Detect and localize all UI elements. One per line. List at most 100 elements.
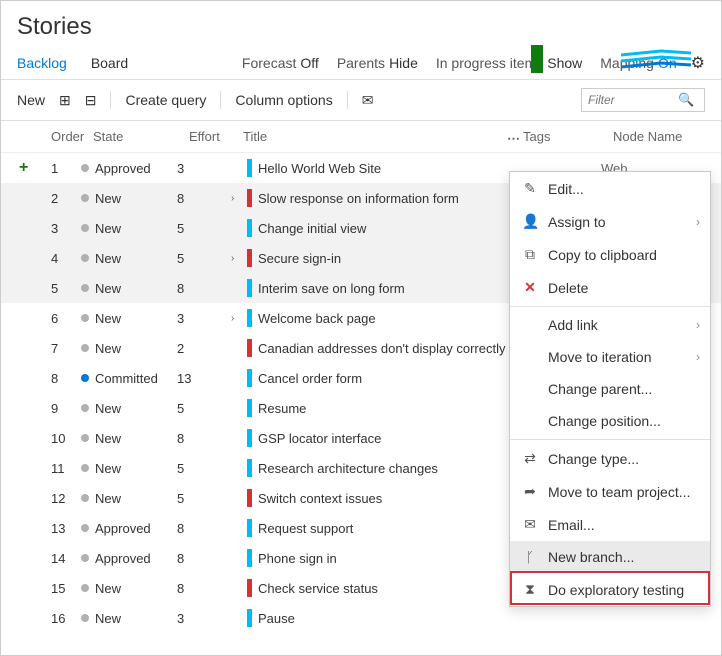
work-item-title[interactable]: Welcome back page	[258, 311, 376, 326]
cell-effort: 8	[177, 551, 231, 566]
tab-board[interactable]: Board	[91, 55, 128, 71]
cell-order: 5	[39, 281, 81, 296]
cell-title[interactable]: GSP locator interface	[231, 429, 511, 447]
cell-state: New	[81, 491, 177, 506]
work-item-title[interactable]: Phone sign in	[258, 551, 337, 566]
work-item-title[interactable]: Request support	[258, 521, 353, 536]
menu-item-do-exploratory-testing[interactable]: ⧗Do exploratory testing	[510, 573, 710, 606]
cell-title[interactable]: Check service status	[231, 579, 511, 597]
menu-item-new-branch[interactable]: ᚴNew branch...	[510, 541, 710, 573]
menu-item-label: Change type...	[548, 451, 639, 467]
cell-title[interactable]: Hello World Web Site	[231, 159, 511, 177]
cell-title[interactable]: Request support	[231, 519, 511, 537]
new-button[interactable]: New	[17, 92, 45, 108]
create-query-button[interactable]: Create query	[125, 92, 206, 108]
cell-title[interactable]: › Welcome back page	[231, 309, 511, 327]
cell-effort: 3	[177, 611, 231, 626]
cell-title[interactable]: Switch context issues	[231, 489, 511, 507]
chevron-right-icon: ›	[696, 350, 700, 364]
type-stripe-icon	[247, 279, 252, 297]
work-item-title[interactable]: Interim save on long form	[258, 281, 405, 296]
work-item-title[interactable]: Secure sign-in	[258, 251, 341, 266]
menu-item-assign-to[interactable]: 👤Assign to›	[510, 205, 710, 238]
menu-item-change-position[interactable]: Change position...	[510, 405, 710, 437]
state-dot-icon	[81, 524, 89, 532]
cell-title[interactable]: Change initial view	[231, 219, 511, 237]
type-stripe-icon	[247, 429, 252, 447]
chevron-right-icon[interactable]: ›	[231, 313, 241, 324]
work-item-title[interactable]: Pause	[258, 611, 295, 626]
work-item-title[interactable]: Cancel order form	[258, 371, 362, 386]
cell-order: 13	[39, 521, 81, 536]
tab-backlog[interactable]: Backlog	[17, 55, 67, 71]
work-item-title[interactable]: Change initial view	[258, 221, 366, 236]
cell-title[interactable]: Interim save on long form	[231, 279, 511, 297]
work-item-title[interactable]: Switch context issues	[258, 491, 382, 506]
cell-title[interactable]: Canadian addresses don't display correct…	[231, 339, 511, 357]
cell-order: 15	[39, 581, 81, 596]
menu-item-edit[interactable]: ✎Edit...	[510, 172, 710, 205]
menu-item-copy-to-clipboard[interactable]: ⧉Copy to clipboard	[510, 238, 710, 271]
type-stripe-icon	[247, 249, 252, 267]
col-title[interactable]: Title	[243, 129, 523, 144]
separator	[347, 91, 348, 109]
menu-item-delete[interactable]: ✕Delete	[510, 271, 710, 304]
menu-item-move-to-team-project[interactable]: ➦Move to team project...	[510, 475, 710, 508]
state-dot-icon	[81, 314, 89, 322]
collapse-icon[interactable]: ⊟	[85, 92, 97, 109]
cell-order: 4	[39, 251, 81, 266]
col-order[interactable]: Order	[51, 129, 93, 144]
search-icon[interactable]: 🔍	[678, 92, 694, 108]
cell-effort: 8	[177, 191, 231, 206]
type-stripe-icon	[247, 159, 252, 177]
col-node[interactable]: Node Name	[613, 129, 713, 144]
work-item-title[interactable]: Hello World Web Site	[258, 161, 381, 176]
cell-title[interactable]: Resume	[231, 399, 511, 417]
col-state[interactable]: State	[93, 129, 189, 144]
cell-order: 14	[39, 551, 81, 566]
email-icon[interactable]: ✉	[362, 92, 374, 109]
filter-input[interactable]	[588, 93, 678, 107]
cell-title[interactable]: Pause	[231, 609, 511, 627]
menu-item-label: Change parent...	[548, 381, 652, 397]
cell-title[interactable]: Phone sign in	[231, 549, 511, 567]
work-item-title[interactable]: Slow response on information form	[258, 191, 459, 206]
menu-item-change-parent[interactable]: Change parent...	[510, 373, 710, 405]
add-icon[interactable]: ⊞	[59, 92, 71, 109]
col-tags[interactable]: Tags	[523, 129, 613, 144]
work-item-title[interactable]: Research architecture changes	[258, 461, 438, 476]
chevron-right-icon[interactable]: ›	[231, 193, 241, 204]
gear-icon[interactable]: ⚙	[691, 53, 705, 73]
cell-state: New	[81, 341, 177, 356]
forecast-toggle[interactable]: ForecastOff	[242, 55, 319, 71]
table-row[interactable]: +16New3Pause	[1, 603, 721, 633]
cell-title[interactable]: Research architecture changes	[231, 459, 511, 477]
row-actions-icon[interactable]: ⋯	[507, 131, 521, 147]
column-options-button[interactable]: Column options	[235, 92, 332, 108]
state-dot-icon	[81, 344, 89, 352]
cell-order: 9	[39, 401, 81, 416]
menu-item-change-type[interactable]: ⇄Change type...	[510, 442, 710, 475]
work-item-title[interactable]: Resume	[258, 401, 306, 416]
cell-state: New	[81, 611, 177, 626]
work-item-title[interactable]: Check service status	[258, 581, 378, 596]
filter-input-wrapper[interactable]: 🔍	[581, 88, 705, 112]
chevron-right-icon: ›	[696, 318, 700, 332]
cell-effort: 8	[177, 581, 231, 596]
cell-state: New	[81, 581, 177, 596]
menu-item-move-to-iteration[interactable]: Move to iteration›	[510, 341, 710, 373]
col-effort[interactable]: Effort	[189, 129, 243, 144]
cell-title[interactable]: › Secure sign-in	[231, 249, 511, 267]
cell-title[interactable]: Cancel order form	[231, 369, 511, 387]
cell-title[interactable]: › Slow response on information form	[231, 189, 511, 207]
menu-item-add-link[interactable]: Add link›	[510, 309, 710, 341]
type-stripe-icon	[247, 369, 252, 387]
add-row-icon[interactable]: +	[19, 159, 39, 177]
chevron-right-icon[interactable]: ›	[231, 253, 241, 264]
parents-toggle[interactable]: ParentsHide	[337, 55, 418, 71]
menu-item-email[interactable]: ✉Email...	[510, 508, 710, 541]
menu-item-label: Do exploratory testing	[548, 582, 684, 598]
work-item-title[interactable]: GSP locator interface	[258, 431, 381, 446]
cell-order: 11	[39, 461, 81, 476]
work-item-title[interactable]: Canadian addresses don't display correct…	[258, 341, 505, 356]
